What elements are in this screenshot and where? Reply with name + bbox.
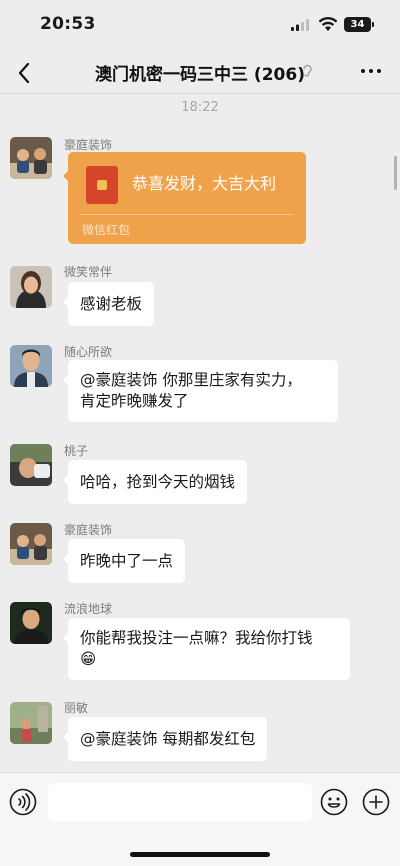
red-envelope-icon <box>86 166 118 204</box>
red-packet-label: 微信红包 <box>82 223 131 237</box>
message-bubble[interactable]: @豪庭装饰 每期都发红包 <box>62 717 268 761</box>
avatar[interactable] <box>10 137 52 179</box>
avatar[interactable] <box>10 602 52 644</box>
sender-name: 豪庭装饰 <box>64 138 113 152</box>
ear-icon <box>303 64 312 77</box>
message-bubble[interactable]: 哈哈，抢到今天的烟钱 <box>62 460 248 504</box>
voice-button[interactable] <box>9 788 37 816</box>
avatar[interactable] <box>10 702 52 744</box>
battery-icon: 34 <box>344 17 374 32</box>
red-packet-bubble[interactable]: 恭喜发财，大吉大利 微信红包 <box>63 152 306 244</box>
message-text: 昨晚中了一点 <box>80 552 174 570</box>
message-bubble[interactable]: 你能帮我投注一点嘛？我给你打钱 😁 <box>63 618 350 680</box>
message-bubble[interactable]: @豪庭装饰 你那里庄家有实力， 肯定昨晚赚发了 <box>63 360 338 422</box>
nav-bar: 澳门机密一码三中三 (206) <box>0 50 400 94</box>
message-text: 哈哈，抢到今天的烟钱 <box>80 473 236 491</box>
home-indicator <box>130 852 270 857</box>
message-input[interactable] <box>48 783 312 821</box>
status-bar: 20:53 34 <box>0 0 400 50</box>
message-bubble[interactable]: 昨晚中了一点 <box>62 539 186 583</box>
divider <box>80 214 294 215</box>
message-bubble[interactable]: 感谢老板 <box>62 282 155 326</box>
sender-name: 豪庭装饰 <box>64 523 113 537</box>
message-text-line: @豪庭装饰 你那里庄家有实力， <box>80 371 302 389</box>
sender-name: 流浪地球 <box>64 602 113 616</box>
chat-timestamp: 18:22 <box>181 100 219 115</box>
plus-button[interactable] <box>362 788 390 816</box>
sender-name: 随心所欲 <box>64 345 113 359</box>
sender-name: 丽敏 <box>64 701 89 715</box>
avatar[interactable] <box>10 266 52 308</box>
sender-name: 微笑常伴 <box>64 265 113 279</box>
grin-emoji: 😁 <box>80 650 97 668</box>
avatar[interactable] <box>10 523 52 565</box>
sender-name: 桃子 <box>64 444 89 458</box>
more-button[interactable] <box>358 60 384 82</box>
avatar[interactable] <box>10 444 52 486</box>
emoji-button[interactable] <box>320 788 348 816</box>
message-text: 感谢老板 <box>80 295 143 313</box>
wifi-icon <box>318 17 338 31</box>
scrollbar[interactable] <box>394 156 397 190</box>
avatar[interactable] <box>10 345 52 387</box>
message-text: @豪庭装饰 每期都发红包 <box>80 730 256 748</box>
red-packet-greeting: 恭喜发财，大吉大利 <box>132 174 277 193</box>
message-text-line: 肯定昨晚赚发了 <box>80 392 189 410</box>
chat-title: 澳门机密一码三中三 (206) <box>95 65 305 85</box>
message-text-line: 你能帮我投注一点嘛？我给你打钱 <box>80 629 313 647</box>
signal-icon <box>291 19 309 31</box>
status-time: 20:53 <box>40 14 96 34</box>
